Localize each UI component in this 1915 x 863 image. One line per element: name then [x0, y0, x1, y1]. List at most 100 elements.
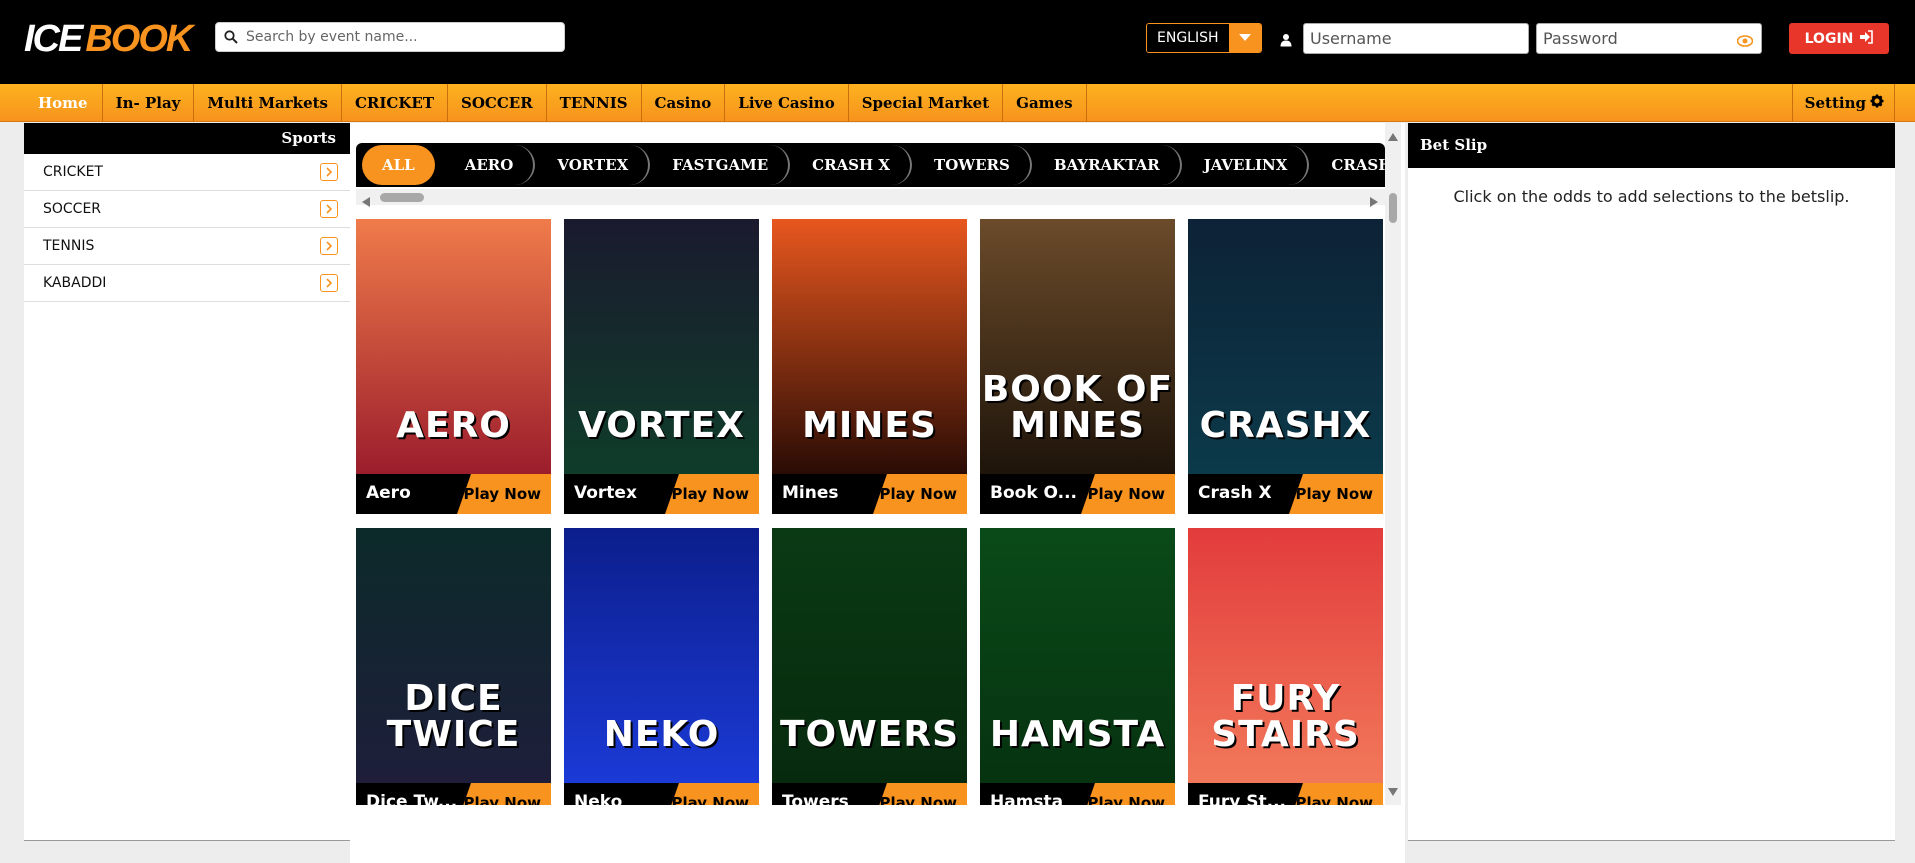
- game-name: Neko: [574, 792, 623, 805]
- game-name: Crash X: [1198, 483, 1272, 503]
- eye-icon[interactable]: [1736, 32, 1754, 51]
- nav-item-live-casino[interactable]: Live Casino: [725, 84, 849, 122]
- games-grid: AERO Aero Play Now VORTEX Vortex Play Now MINE…: [356, 219, 1385, 805]
- bet-slip-title: Bet Slip: [1408, 123, 1895, 168]
- horizontal-scrollbar[interactable]: [356, 189, 1385, 207]
- nav-item-tennis[interactable]: TENNIS: [547, 84, 642, 122]
- chevron-right-icon[interactable]: [320, 237, 338, 255]
- scroll-up-icon[interactable]: [1388, 127, 1398, 146]
- scroll-down-icon[interactable]: [1388, 782, 1398, 801]
- tab-vortex[interactable]: VORTEX: [537, 145, 651, 185]
- password-field[interactable]: [1537, 24, 1761, 53]
- nav-item-special-market[interactable]: Special Market: [849, 84, 1004, 122]
- game-card[interactable]: BOOK OF MINES Book O... Play Now: [980, 219, 1175, 514]
- gear-icon: [1870, 84, 1884, 122]
- nav-item-casino[interactable]: Casino: [642, 84, 726, 122]
- sidebar-item-tennis[interactable]: TENNIS: [24, 228, 350, 265]
- game-name: Aero: [366, 483, 411, 503]
- game-thumbnail[interactable]: VORTEX: [564, 219, 759, 474]
- game-thumbnail[interactable]: HAMSTA: [980, 528, 1175, 783]
- chevron-right-icon[interactable]: [320, 200, 338, 218]
- bet-slip-panel: Bet Slip Click on the odds to add select…: [1408, 123, 1895, 841]
- chevron-right-icon[interactable]: [320, 274, 338, 292]
- nav-item-cricket[interactable]: CRICKET: [342, 84, 448, 122]
- game-card-footer: Crash X Play Now: [1188, 474, 1383, 514]
- game-thumbnail-title: BOOK OF MINES: [981, 369, 1174, 446]
- sidebar-item-soccer[interactable]: SOCCER: [24, 191, 350, 228]
- game-name: Fury St...: [1198, 792, 1286, 805]
- sidebar-item-kabaddi[interactable]: KABADDI: [24, 265, 350, 302]
- game-card[interactable]: CRASHX Crash X Play Now: [1188, 219, 1383, 514]
- game-thumbnail[interactable]: AERO: [356, 219, 551, 474]
- sidebar-item-label: TENNIS: [43, 238, 95, 254]
- play-now-button[interactable]: Play Now: [1289, 783, 1383, 805]
- tab-bayraktar[interactable]: BAYRAKTAR: [1034, 145, 1182, 185]
- game-card[interactable]: AERO Aero Play Now: [356, 219, 551, 514]
- game-card[interactable]: DICE TWICE Dice Tw... Play Now: [356, 528, 551, 805]
- game-card[interactable]: VORTEX Vortex Play Now: [564, 219, 759, 514]
- brand-logo[interactable]: ICE BOOK: [24, 20, 193, 58]
- vertical-scrollbar[interactable]: [1385, 123, 1401, 805]
- tab-towers[interactable]: TOWERS: [914, 145, 1032, 185]
- game-thumbnail[interactable]: CRASHX: [1188, 219, 1383, 474]
- game-thumbnail[interactable]: NEKO: [564, 528, 759, 783]
- play-now-button[interactable]: Play Now: [1081, 474, 1175, 514]
- nav-item-multi-markets[interactable]: Multi Markets: [194, 84, 342, 122]
- play-now-button[interactable]: Play Now: [873, 783, 967, 805]
- game-thumbnail-title: DICE TWICE: [386, 678, 521, 755]
- tab-crash-x-football[interactable]: CRASH X FOOTBALL: [1311, 145, 1385, 185]
- play-now-button[interactable]: Play Now: [1081, 783, 1175, 805]
- tab-aero[interactable]: AERO: [445, 145, 536, 185]
- user-icon: [1276, 30, 1296, 50]
- play-now-button[interactable]: Play Now: [457, 783, 551, 805]
- vertical-scroll-thumb[interactable]: [1389, 193, 1397, 223]
- tab-javelinx[interactable]: JAVELINX: [1184, 145, 1310, 185]
- game-card-footer: Aero Play Now: [356, 474, 551, 514]
- game-thumbnail[interactable]: DICE TWICE: [356, 528, 551, 783]
- game-card[interactable]: FURY STAIRS Fury St... Play Now: [1188, 528, 1383, 805]
- play-now-button[interactable]: Play Now: [1289, 474, 1383, 514]
- play-now-button[interactable]: Play Now: [665, 783, 759, 805]
- game-card[interactable]: MINES Mines Play Now: [772, 219, 967, 514]
- game-thumbnail-title: AERO: [396, 405, 511, 446]
- game-card[interactable]: TOWERS Towers Play Now: [772, 528, 967, 805]
- scroll-left-icon[interactable]: [362, 192, 371, 211]
- sidebar-item-label: SOCCER: [43, 201, 102, 217]
- game-card-footer: Fury St... Play Now: [1188, 783, 1383, 805]
- top-header: ICEBOOK ENGLISH LOGIN: [0, 0, 1915, 84]
- play-now-button[interactable]: Play Now: [665, 474, 759, 514]
- play-now-button[interactable]: Play Now: [457, 474, 551, 514]
- tab-all[interactable]: ALL: [362, 145, 435, 185]
- game-card[interactable]: HAMSTA Hamsta Play Now: [980, 528, 1175, 805]
- nav-item-home[interactable]: Home: [24, 84, 103, 122]
- game-thumbnail-title: VORTEX: [578, 405, 745, 446]
- game-card[interactable]: NEKO Neko Play Now: [564, 528, 759, 805]
- scroll-right-icon[interactable]: [1370, 192, 1379, 211]
- username-field-wrapper: [1303, 23, 1529, 54]
- setting-menu[interactable]: Setting: [1791, 84, 1895, 122]
- nav-item-in-play[interactable]: In- Play: [103, 84, 195, 122]
- tab-crash-x[interactable]: CRASH X: [792, 145, 913, 185]
- game-thumbnail[interactable]: MINES: [772, 219, 967, 474]
- casino-games-panel: ALL AERO VORTEX FASTGAME CRASH X TOWERS BAYRAK…: [350, 123, 1405, 863]
- game-thumbnail[interactable]: BOOK OF MINES: [980, 219, 1175, 474]
- game-name: Vortex: [574, 483, 637, 503]
- tab-fastgame[interactable]: FASTGAME: [652, 145, 791, 185]
- nav-item-games[interactable]: Games: [1003, 84, 1087, 122]
- game-thumbnail[interactable]: FURY STAIRS: [1188, 528, 1383, 783]
- chevron-right-icon[interactable]: [320, 163, 338, 181]
- game-card-footer: Neko Play Now: [564, 783, 759, 805]
- login-button-label: LOGIN: [1804, 30, 1854, 47]
- game-name: Hamsta: [990, 792, 1064, 805]
- login-button[interactable]: LOGIN: [1789, 23, 1889, 54]
- horizontal-scroll-thumb[interactable]: [380, 193, 424, 202]
- game-thumbnail[interactable]: TOWERS: [772, 528, 967, 783]
- nav-item-soccer[interactable]: SOCCER: [448, 84, 547, 122]
- sidebar-item-cricket[interactable]: CRICKET: [24, 154, 350, 191]
- username-field[interactable]: [1304, 24, 1528, 53]
- play-now-button[interactable]: Play Now: [873, 474, 967, 514]
- language-select[interactable]: ENGLISH: [1146, 23, 1262, 53]
- search-input[interactable]: [246, 29, 546, 45]
- setting-label: Setting: [1804, 94, 1866, 112]
- game-provider-tabs: ALL AERO VORTEX FASTGAME CRASH X TOWERS BAYRAK…: [356, 143, 1385, 187]
